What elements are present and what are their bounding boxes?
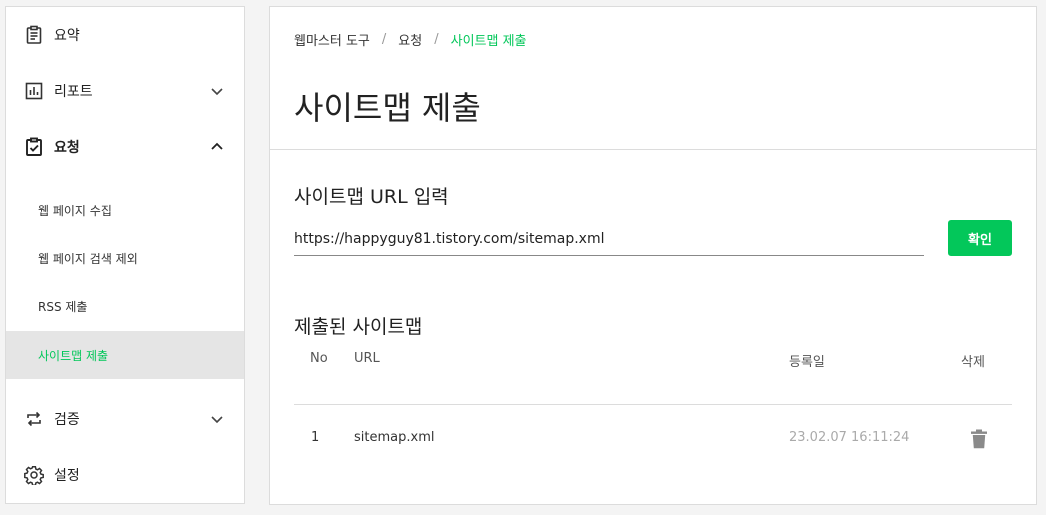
row-date: 23.02.07 16:11:24 — [789, 430, 910, 445]
sidebar-subitem-label: 사이트맵 제출 — [38, 348, 109, 363]
bar-chart-icon — [24, 81, 44, 101]
header-divider — [270, 149, 1036, 150]
sidebar-item-label: 설정 — [54, 468, 80, 484]
sidebar-item-label: 검증 — [54, 412, 80, 428]
main-panel: 웹마스터 도구 / 요청 / 사이트맵 제출 사이트맵 제출 사이트맵 URL … — [269, 6, 1037, 505]
breadcrumb-item-webmaster[interactable]: 웹마스터 도구 — [294, 30, 370, 49]
sidebar-item-label: 리포트 — [54, 84, 93, 100]
trash-icon[interactable] — [970, 429, 988, 449]
sidebar-subitem-label: 웹 페이지 수집 — [38, 203, 112, 218]
sidebar-item-request[interactable]: 요청 — [6, 119, 244, 175]
sidebar-subitem-sitemap[interactable]: 사이트맵 제출 — [6, 331, 244, 379]
sidebar-subitem-label: RSS 제출 — [38, 299, 88, 314]
sidebar-item-summary[interactable]: 요약 — [6, 7, 244, 63]
page-title: 사이트맵 제출 — [294, 89, 481, 127]
sidebar-item-label: 요청 — [54, 140, 80, 156]
chevron-down-icon — [210, 412, 224, 426]
sidebar-subitem-label: 웹 페이지 검색 제외 — [38, 251, 138, 266]
column-header-no: No — [310, 351, 328, 366]
chevron-down-icon — [210, 84, 224, 98]
repeat-icon — [24, 409, 44, 429]
breadcrumb-separator: / — [434, 32, 439, 47]
clipboard-check-icon — [24, 137, 44, 157]
confirm-button[interactable]: 확인 — [948, 220, 1012, 256]
sidebar: 요약 리포트 요청 웹 페이지 수집 웹 페이지 검색 제외 RSS 제출 사이… — [5, 6, 245, 504]
sitemap-url-input[interactable] — [294, 222, 924, 256]
breadcrumb-item-request[interactable]: 요청 — [398, 30, 422, 49]
row-no: 1 — [311, 430, 320, 445]
column-header-date: 등록일 — [789, 355, 825, 370]
clipboard-icon — [24, 25, 44, 45]
breadcrumb-item-current: 사이트맵 제출 — [450, 34, 527, 49]
row-url: sitemap.xml — [354, 430, 435, 445]
sidebar-item-label: 요약 — [54, 28, 80, 44]
sidebar-item-report[interactable]: 리포트 — [6, 63, 244, 119]
submitted-sitemaps-title: 제출된 사이트맵 — [294, 316, 423, 338]
breadcrumb-separator: / — [381, 32, 387, 47]
column-header-url: URL — [354, 351, 380, 366]
sidebar-subitem-rss[interactable]: RSS 제출 — [6, 282, 244, 330]
sidebar-subitem-exclude[interactable]: 웹 페이지 검색 제외 — [6, 234, 244, 282]
sidebar-subitem-crawl[interactable]: 웹 페이지 수집 — [6, 186, 244, 234]
sidebar-item-verify[interactable]: 검증 — [6, 391, 244, 447]
table-divider — [294, 404, 1012, 405]
sidebar-item-settings[interactable]: 설정 — [6, 447, 244, 503]
breadcrumb: 웹마스터 도구 / 요청 / 사이트맵 제출 — [294, 30, 527, 49]
gear-icon — [24, 465, 44, 485]
sitemap-url-label: 사이트맵 URL 입력 — [294, 186, 449, 208]
column-header-delete: 삭제 — [961, 355, 985, 370]
chevron-up-icon — [210, 140, 224, 154]
